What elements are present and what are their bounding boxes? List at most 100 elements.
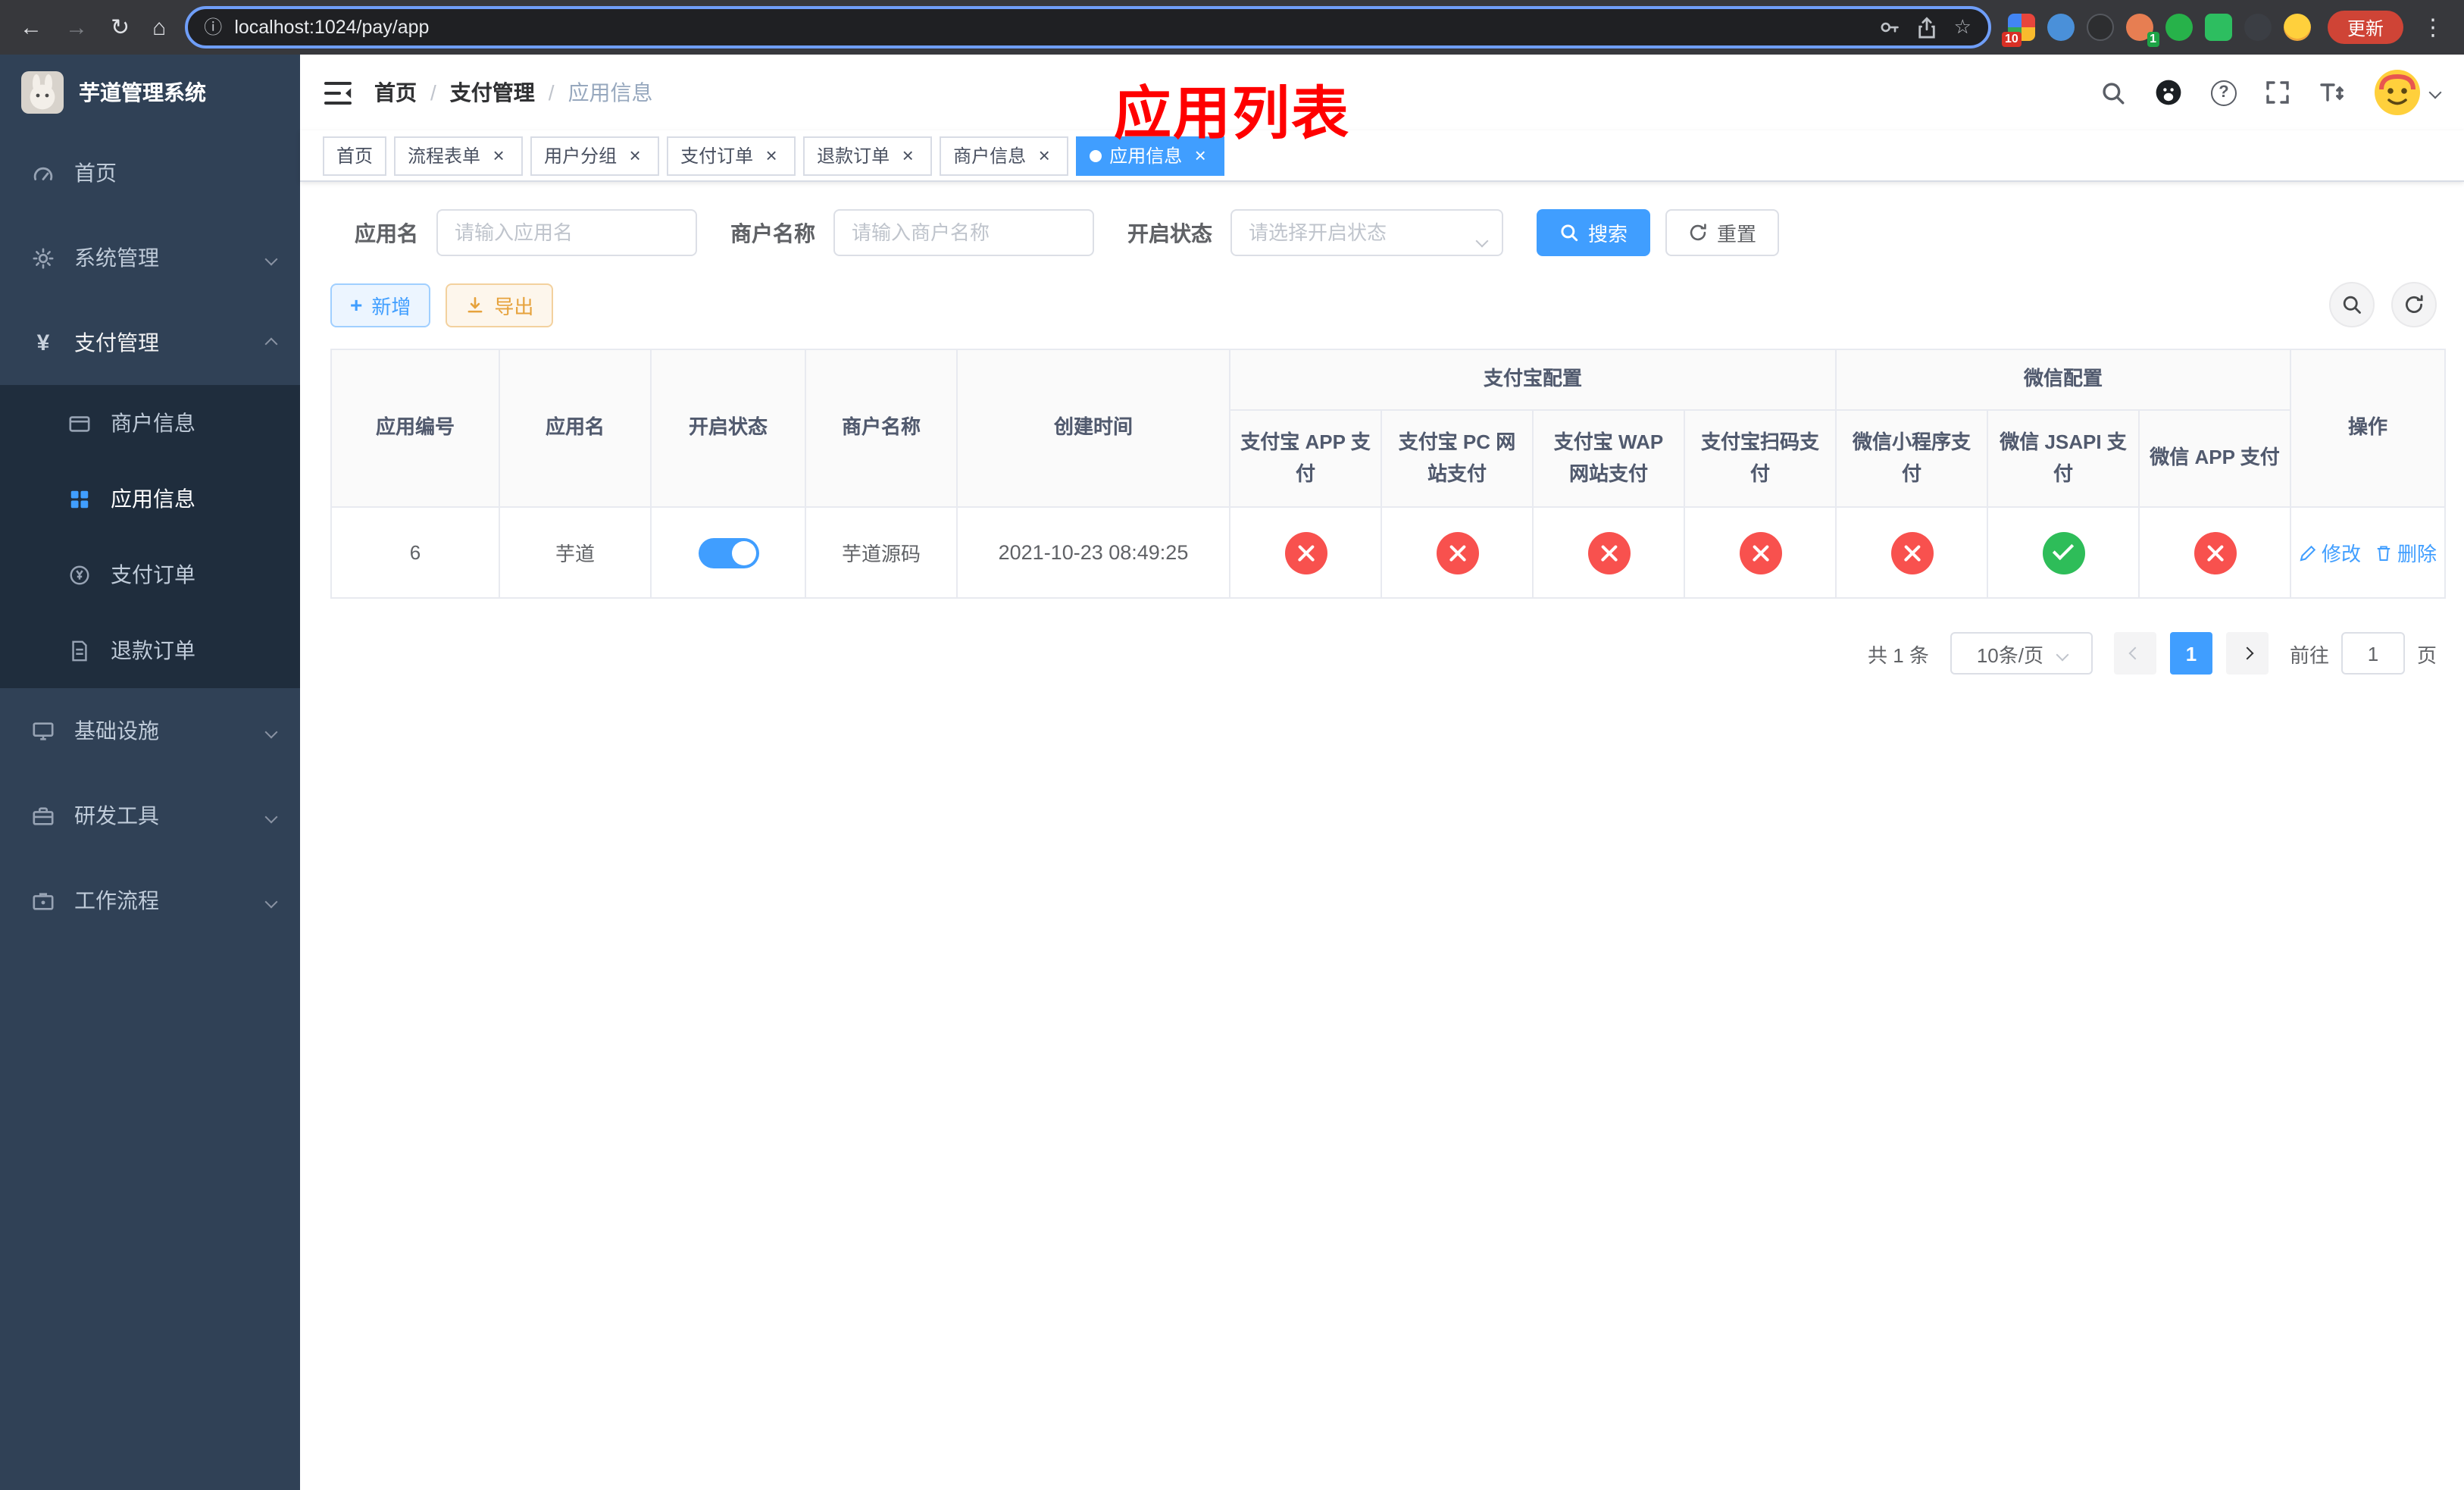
status-label: 开启状态 (1127, 221, 1212, 245)
col-header-wechat-mini: 微信小程序支付 (1835, 409, 1989, 508)
github-icon[interactable] (2155, 79, 2182, 106)
pay-order-icon (67, 563, 92, 586)
filter-status: 开启状态 (1127, 209, 1503, 256)
page-size-select[interactable]: 10条/页 (1950, 632, 2093, 675)
navbar-actions: ? (2100, 70, 2442, 115)
extension-icon[interactable] (2165, 14, 2193, 41)
app-logo[interactable]: 芋道管理系统 (0, 55, 300, 130)
status-select[interactable] (1230, 209, 1503, 256)
tab-pay-order[interactable]: 支付订单 × (667, 136, 796, 175)
delete-link[interactable]: 删除 (2375, 538, 2437, 567)
bookmark-star-icon[interactable]: ☆ (1954, 15, 1972, 39)
extension-puzzle-icon[interactable] (2244, 14, 2272, 41)
extension-icon[interactable] (2204, 14, 2232, 41)
group-header-wechat-config: 微信配置 (1835, 349, 2292, 411)
refresh-table-button[interactable] (2391, 282, 2437, 327)
active-tab-dot (1090, 149, 1102, 161)
breadcrumb-separator: / (548, 80, 555, 105)
tab-merchant-info[interactable]: 商户信息 × (940, 136, 1069, 175)
home-icon[interactable]: ⌂ (152, 14, 166, 40)
tab-home[interactable]: 首页 (323, 136, 387, 175)
password-key-icon[interactable] (1880, 17, 1901, 38)
cell-wechat-mini-status (1835, 506, 1989, 599)
close-icon[interactable]: × (1033, 145, 1055, 166)
chevron-up-icon (264, 329, 278, 353)
sidebar-item-merchant-info[interactable]: 商户信息 (0, 385, 300, 461)
browser-profile-avatar[interactable] (2283, 14, 2311, 41)
screen: ← → ↻ ⌂ ⓘ localhost:1024/pay/app ☆ 10 1 (0, 0, 2464, 1490)
goto-page: 前往 页 (2290, 632, 2437, 675)
cell-app-id: 6 (330, 506, 500, 599)
back-icon[interactable]: ← (20, 14, 42, 40)
app-table: 应用编号 应用名 开启状态 商户名称 创建时间 支付宝配置 微信配置 操作 支付… (330, 349, 2447, 599)
merchant-name-input[interactable] (833, 209, 1094, 256)
extension-icon[interactable] (2086, 14, 2114, 41)
next-page-button[interactable] (2225, 632, 2269, 675)
sidebar-item-system[interactable]: 系统管理 (0, 215, 300, 300)
tab-process-form[interactable]: 流程表单 × (394, 136, 524, 175)
status-fail-icon (1436, 531, 1478, 574)
close-icon[interactable]: × (488, 145, 509, 166)
sidebar-item-refund-order[interactable]: 退款订单 (0, 612, 300, 688)
sidebar-item-infrastructure[interactable]: 基础设施 (0, 688, 300, 773)
cell-alipay-app-status (1229, 506, 1382, 599)
goto-page-input[interactable] (2340, 632, 2405, 675)
search-button[interactable]: 搜索 (1537, 209, 1651, 256)
app-name-input[interactable] (436, 209, 697, 256)
chevron-down-icon (264, 717, 278, 741)
breadcrumb-current: 应用信息 (568, 80, 653, 105)
tab-refund-order[interactable]: 退款订单 × (803, 136, 933, 175)
site-info-icon[interactable]: ⓘ (204, 18, 222, 36)
status-select-input[interactable] (1230, 209, 1503, 256)
close-icon[interactable]: × (624, 145, 646, 166)
close-icon[interactable]: × (761, 145, 782, 166)
breadcrumb-home[interactable]: 首页 (374, 77, 417, 108)
toggle-search-button[interactable] (2329, 282, 2375, 327)
sidebar-item-app-info[interactable]: 应用信息 (0, 461, 300, 537)
browser-update-button[interactable]: 更新 (2327, 11, 2403, 44)
forward-icon[interactable]: → (65, 14, 88, 40)
sidebar-collapse-icon[interactable] (324, 81, 352, 104)
user-avatar-menu[interactable] (2375, 70, 2442, 115)
cell-alipay-wap-status (1532, 506, 1685, 599)
browser-menu-icon[interactable]: ⋮ (2417, 14, 2449, 41)
tab-user-group[interactable]: 用户分组 × (530, 136, 660, 175)
filter-app-name: 应用名 (355, 209, 697, 256)
share-icon[interactable] (1918, 16, 1937, 39)
breadcrumb: 首页 / 支付管理 / 应用信息 (374, 77, 653, 108)
font-size-icon[interactable] (2319, 80, 2346, 105)
reload-icon[interactable]: ↻ (111, 14, 130, 41)
edit-pencil-icon (2300, 544, 2316, 561)
sidebar-item-pay-order[interactable]: 支付订单 (0, 537, 300, 612)
refresh-icon (1690, 224, 1706, 241)
col-header-app-name: 应用名 (499, 349, 652, 508)
address-bar[interactable]: ⓘ localhost:1024/pay/app ☆ (184, 6, 1991, 49)
toolbox-icon (30, 804, 56, 827)
prev-page-button[interactable] (2113, 632, 2156, 675)
gear-icon (30, 246, 56, 269)
extension-icon[interactable]: 1 (2125, 14, 2159, 47)
fullscreen-icon[interactable] (2265, 80, 2290, 105)
reset-button[interactable]: 重置 (1665, 209, 1780, 256)
breadcrumb-payment[interactable]: 支付管理 (450, 77, 535, 108)
close-icon[interactable]: × (897, 145, 918, 166)
payment-submenu: 商户信息 应用信息 支付订单 退款订单 (0, 385, 300, 688)
export-button[interactable]: 导出 (446, 283, 554, 327)
add-button[interactable]: + 新增 (330, 283, 431, 327)
extension-icon[interactable] (2047, 14, 2075, 41)
edit-link[interactable]: 修改 (2299, 538, 2361, 567)
merchant-name-label: 商户名称 (730, 221, 815, 245)
sidebar-item-home[interactable]: 首页 (0, 130, 300, 215)
sidebar-item-devtools[interactable]: 研发工具 (0, 773, 300, 858)
help-icon[interactable]: ? (2211, 80, 2237, 105)
merchant-card-icon (67, 412, 92, 434)
extension-icon[interactable]: 10 (2001, 14, 2035, 47)
top-navbar: 首页 / 支付管理 / 应用信息 ? (300, 55, 2464, 130)
download-icon (467, 296, 483, 312)
search-icon[interactable] (2100, 80, 2126, 105)
sidebar-item-payment[interactable]: ¥ 支付管理 (0, 300, 300, 385)
enable-status-toggle[interactable] (698, 537, 758, 568)
sidebar-item-workflow[interactable]: 工作流程 (0, 858, 300, 943)
url-text[interactable]: localhost:1024/pay/app (234, 17, 1867, 38)
page-number-current[interactable]: 1 (2169, 632, 2212, 675)
